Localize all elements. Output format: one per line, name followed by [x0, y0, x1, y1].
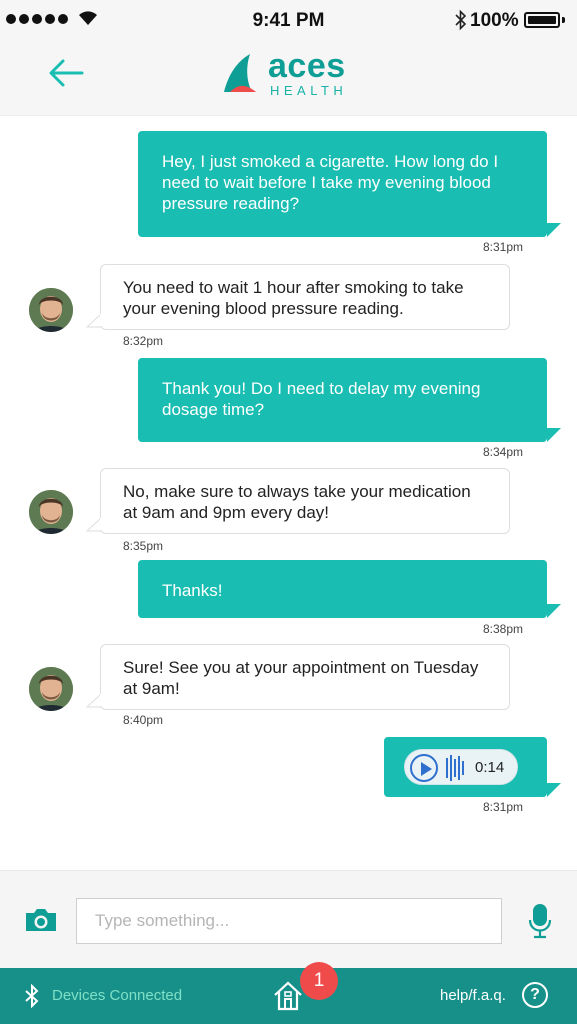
doctor-avatar-icon [29, 490, 73, 534]
voice-duration: 0:14 [475, 759, 505, 776]
app-header: aces HEALTH [0, 40, 577, 116]
bubble-tail [86, 314, 102, 328]
message-time: 8:32pm [123, 334, 164, 348]
logo-name: aces [268, 47, 346, 85]
battery-percentage: 100% [470, 10, 519, 31]
avatar[interactable] [29, 490, 73, 534]
message-incoming: No, make sure to always take your medica… [100, 468, 510, 534]
doctor-avatar-icon [29, 288, 73, 332]
battery-icon [524, 12, 560, 28]
voice-player: 0:14 [404, 749, 518, 785]
bottom-nav-bar: Devices Connected 1 help/f.a.q. ? [0, 962, 577, 1024]
logo-subtitle: HEALTH [270, 83, 348, 98]
message-outgoing: Thanks! [138, 560, 547, 618]
message-text: Sure! See you at your appointment on Tue… [123, 658, 479, 698]
message-incoming: Sure! See you at your appointment on Tue… [100, 644, 510, 710]
bluetooth-icon [25, 984, 39, 1008]
help-faq-link[interactable]: help/f.a.q. [440, 987, 506, 1004]
back-button[interactable] [44, 54, 90, 94]
message-time: 8:34pm [483, 445, 524, 459]
message-text: Thank you! Do I need to delay my evening… [162, 379, 481, 419]
arrow-left-icon [49, 59, 84, 87]
message-text: Hey, I just smoked a cigarette. How long… [162, 152, 499, 213]
bubble-tail [547, 604, 561, 618]
waveform-icon [446, 755, 464, 781]
bubble-tail [86, 518, 102, 532]
avatar[interactable] [29, 288, 73, 332]
message-time: 8:40pm [123, 713, 164, 727]
message-text: No, make sure to always take your medica… [123, 482, 471, 522]
bubble-tail [547, 223, 561, 237]
message-time: 8:35pm [123, 539, 164, 553]
message-text: Thanks! [162, 581, 223, 600]
help-icon[interactable]: ? [522, 982, 548, 1008]
message-time: 8:31pm [483, 800, 524, 814]
notification-badge[interactable]: 1 [300, 962, 338, 1000]
doctor-avatar-icon [29, 667, 73, 711]
bluetooth-icon [455, 9, 467, 31]
battery-tip [562, 17, 565, 23]
message-outgoing: Thank you! Do I need to delay my evening… [138, 358, 547, 442]
chat-thread[interactable]: Hey, I just smoked a cigarette. How long… [0, 116, 577, 870]
message-text: You need to wait 1 hour after smoking to… [123, 278, 464, 318]
bubble-tail [547, 428, 561, 442]
message-input[interactable] [76, 898, 502, 944]
play-button[interactable] [410, 754, 438, 782]
avatar[interactable] [29, 667, 73, 711]
home-icon[interactable] [272, 980, 304, 1012]
message-time: 8:38pm [483, 622, 524, 636]
composer-bar [0, 870, 577, 968]
voice-message: 0:14 [384, 737, 547, 797]
aces-health-logo: aces HEALTH [222, 48, 362, 100]
devices-status: Devices Connected [52, 987, 183, 1004]
microphone-icon[interactable] [528, 903, 552, 939]
logo-mark-icon [224, 54, 256, 92]
bubble-tail [547, 783, 561, 797]
message-time: 8:31pm [483, 240, 524, 254]
camera-icon[interactable] [24, 907, 58, 933]
message-incoming: You need to wait 1 hour after smoking to… [100, 264, 510, 330]
message-outgoing: Hey, I just smoked a cigarette. How long… [138, 131, 547, 237]
status-bar: 9:41 PM 100% [0, 0, 577, 40]
bubble-tail [86, 694, 102, 708]
